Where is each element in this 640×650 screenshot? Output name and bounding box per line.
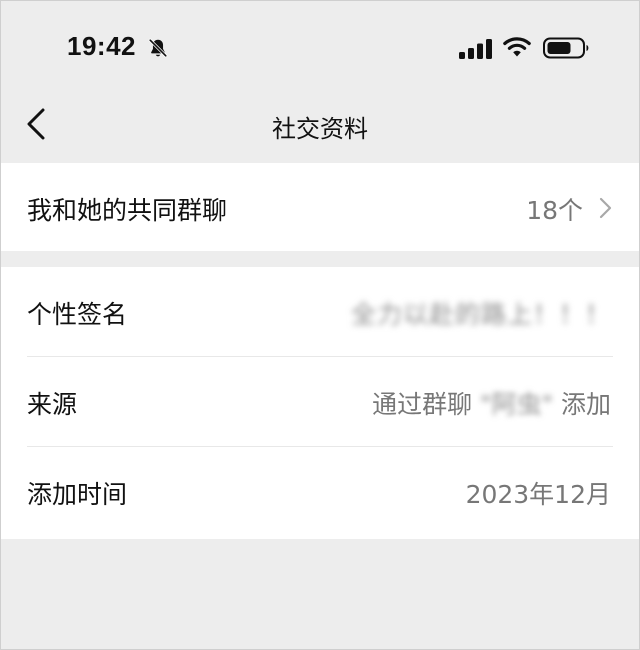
battery-icon: [543, 37, 589, 59]
source-prefix: 通过群聊: [372, 390, 473, 419]
profile-info-section: 个性签名 全力以赴的路上！！！ 来源 通过群聊 "阿虫" 添加 添加时间 202…: [1, 267, 639, 539]
added-time-value: 2023年12月: [465, 480, 611, 509]
source-suffix: 添加: [560, 390, 611, 419]
status-bar: 19:42: [1, 1, 639, 93]
source-label: 来源: [27, 390, 78, 419]
common-groups-count: 18个: [526, 196, 583, 225]
common-groups-label: 我和她的共同群聊: [27, 196, 228, 225]
wifi-icon: [503, 37, 531, 57]
status-time: 19:42: [67, 31, 136, 61]
bell-off-icon: [148, 38, 168, 58]
nav-bar: 社交资料: [1, 93, 639, 161]
signature-label: 个性签名: [27, 300, 128, 329]
signature-row: 个性签名 全力以赴的路上！！！: [1, 267, 639, 357]
page-title: 社交资料: [272, 115, 368, 143]
source-value: 通过群聊 "阿虫" 添加: [372, 385, 611, 421]
signature-text: 全力以赴的路上！！！: [350, 300, 611, 329]
common-groups-row[interactable]: 我和她的共同群聊 18个: [1, 163, 639, 253]
chevron-right-icon: [599, 197, 612, 219]
source-group-name: "阿虫": [480, 390, 554, 419]
signature-value: 全力以赴的路上！！！: [351, 295, 611, 331]
common-groups-section: 我和她的共同群聊 18个: [1, 163, 639, 251]
source-row: 来源 通过群聊 "阿虫" 添加: [1, 357, 639, 447]
signal-icon: [459, 39, 492, 59]
added-time-label: 添加时间: [27, 480, 128, 509]
added-time-row: 添加时间 2023年12月: [1, 447, 639, 537]
social-profile-screen: 19:42 社交资料 我和她的共同群聊 18个 个性签名 全力以赴的路上！！！ …: [0, 0, 640, 650]
